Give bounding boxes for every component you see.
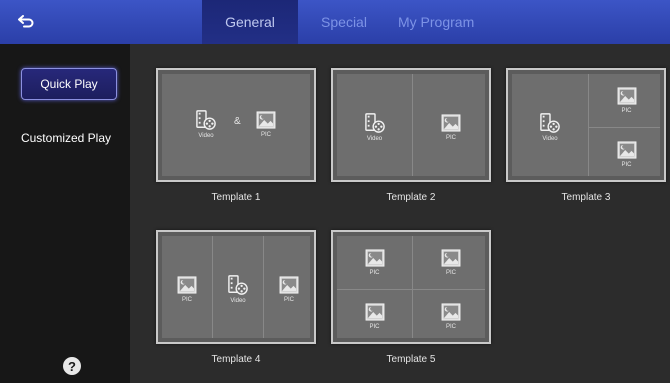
template-3-card[interactable]: Video PIC PIC Template 3 — [506, 68, 666, 208]
caption-pic: PIC — [260, 131, 271, 138]
picture-icon — [177, 276, 197, 294]
caption-pic-4: PIC — [445, 323, 456, 330]
picture-icon — [365, 303, 385, 321]
caption-pic-left: PIC — [181, 296, 192, 303]
video-icon — [365, 113, 385, 133]
template-preview: PIC Video PIC — [156, 230, 316, 344]
template-preview: Video PIC — [331, 68, 491, 182]
caption-pic-1: PIC — [369, 270, 380, 276]
caption-pic-bottom: PIC — [621, 161, 632, 168]
video-icon — [228, 275, 248, 295]
caption-pic-top: PIC — [621, 108, 632, 114]
caption-pic-right: PIC — [283, 296, 294, 303]
caption-video: Video — [542, 135, 558, 142]
template-3-label: Template 3 — [561, 192, 611, 203]
picture-icon — [441, 249, 461, 267]
tab-bar: General Special My Program — [202, 0, 490, 44]
picture-icon — [256, 111, 276, 129]
picture-icon — [441, 114, 461, 132]
tab-my-program[interactable]: My Program — [390, 0, 490, 44]
picture-icon — [617, 87, 637, 105]
template-5-card[interactable]: PIC PIC PIC PIC Template 5 — [331, 230, 491, 370]
back-button[interactable] — [12, 10, 40, 34]
picture-icon — [279, 276, 299, 294]
caption-amp: & — [234, 116, 241, 127]
picture-icon — [617, 141, 637, 159]
template-1-card[interactable]: Video & PIC Template 1 — [156, 68, 316, 208]
video-icon — [540, 113, 560, 133]
picture-icon — [441, 303, 461, 321]
template-4-label: Template 4 — [211, 354, 261, 365]
tab-general[interactable]: General — [202, 0, 298, 44]
caption-video: Video — [366, 135, 383, 142]
template-preview: Video PIC PIC — [506, 68, 666, 182]
template-5-label: Template 5 — [386, 354, 436, 365]
template-preview: PIC PIC PIC PIC — [331, 230, 491, 344]
sidebar-item-customized-play[interactable]: Customized Play — [8, 126, 124, 150]
tab-special[interactable]: Special — [298, 0, 390, 44]
template-grid: Video & PIC Template 1 Video PIC Templat… — [130, 44, 670, 383]
help-icon[interactable]: ? — [63, 357, 81, 375]
caption-pic-3: PIC — [369, 323, 380, 330]
template-4-card[interactable]: PIC Video PIC Template 4 — [156, 230, 316, 370]
sidebar: Quick Play Customized Play ? — [0, 44, 130, 383]
template-2-card[interactable]: Video PIC Template 2 — [331, 68, 491, 208]
back-arrow-icon — [18, 15, 34, 28]
sidebar-item-quick-play[interactable]: Quick Play — [21, 68, 117, 100]
caption-video: Video — [230, 297, 246, 304]
caption-pic-2: PIC — [445, 270, 456, 276]
video-icon — [196, 110, 216, 130]
picture-icon — [365, 249, 385, 267]
caption-pic: PIC — [445, 134, 456, 141]
template-1-label: Template 1 — [211, 192, 261, 203]
top-bar: General Special My Program — [0, 0, 670, 44]
template-2-label: Template 2 — [386, 192, 436, 203]
caption-video: Video — [198, 132, 214, 139]
template-preview: Video & PIC — [156, 68, 316, 182]
